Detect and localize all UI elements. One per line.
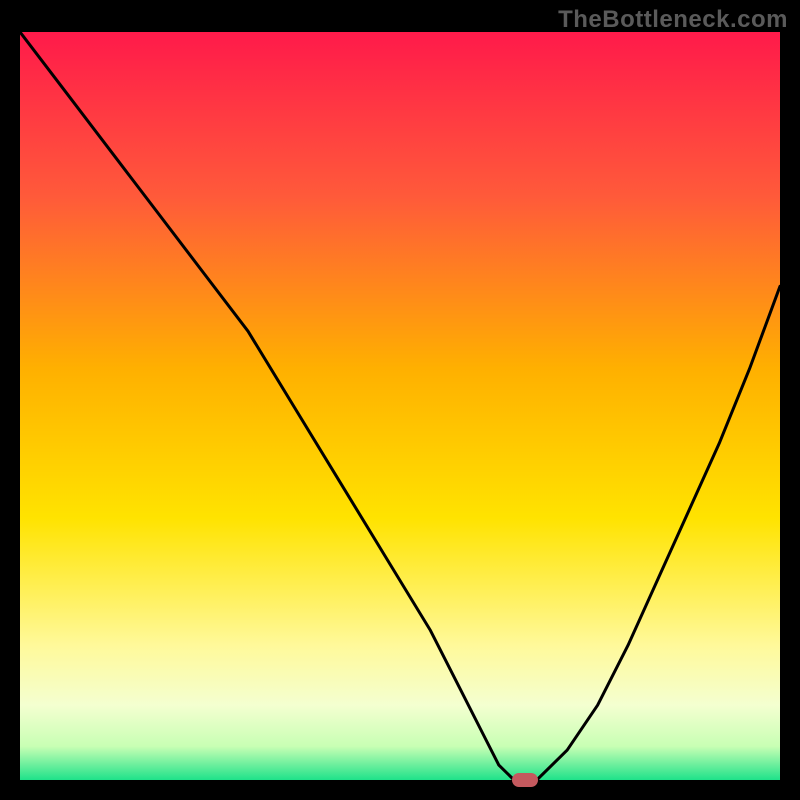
plot-svg bbox=[20, 32, 780, 780]
gradient-background bbox=[20, 32, 780, 780]
optimum-marker bbox=[512, 773, 538, 787]
chart-frame: TheBottleneck.com bbox=[0, 0, 800, 800]
plot-area bbox=[20, 32, 780, 780]
watermark-text: TheBottleneck.com bbox=[558, 6, 788, 34]
